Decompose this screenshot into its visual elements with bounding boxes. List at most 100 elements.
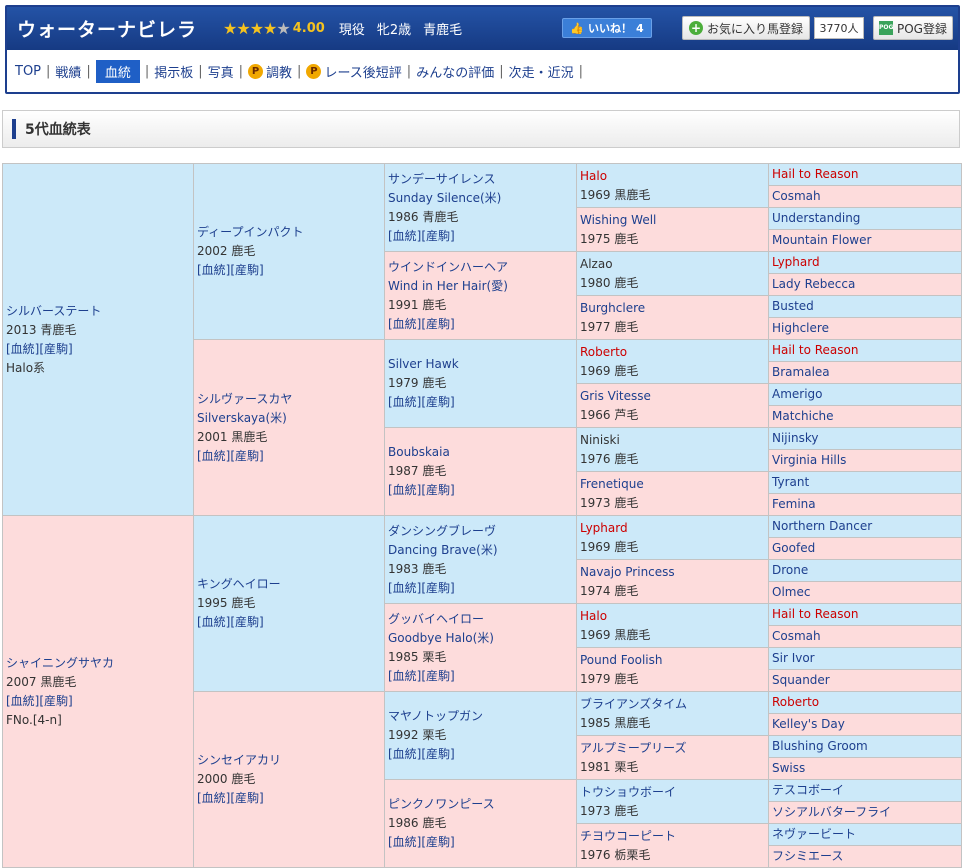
horse-name-link[interactable]: Sir Ivor: [772, 651, 815, 665]
horse-name-link[interactable]: Lyphard: [772, 255, 820, 269]
nav-item-7[interactable]: みんなの評価: [416, 62, 494, 81]
horse-name-link[interactable]: Matchiche: [772, 409, 834, 423]
horse-name-link[interactable]: Hail to Reason: [772, 607, 858, 621]
pedigree-links[interactable]: [血統][産駒]: [388, 667, 573, 686]
horse-name-link[interactable]: Niniski: [580, 431, 765, 450]
horse-name-link[interactable]: Tyrant: [772, 475, 809, 489]
horse-name-link[interactable]: Silver Hawk: [388, 355, 573, 374]
horse-name-link[interactable]: ディープインパクト: [197, 223, 381, 242]
horse-name-link[interactable]: ウインドインハーヘア: [388, 258, 573, 277]
horse-name-link[interactable]: Femina: [772, 497, 816, 511]
horse-name-link[interactable]: Frenetique: [580, 475, 765, 494]
pedigree-links[interactable]: [血統][産駒]: [388, 481, 573, 500]
horse-name-link[interactable]: Wishing Well: [580, 211, 765, 230]
horse-name-link[interactable]: ソシアルバターフライ: [772, 805, 891, 819]
horse-name-link[interactable]: Northern Dancer: [772, 519, 872, 533]
pedigree-links[interactable]: [血統][産駒]: [6, 692, 190, 711]
horse-name-link[interactable]: サンデーサイレンス: [388, 170, 573, 189]
horse-name-link[interactable]: Mountain Flower: [772, 233, 871, 247]
horse-name-link[interactable]: Virginia Hills: [772, 453, 846, 467]
pedigree-links[interactable]: [血統][産駒]: [197, 613, 381, 632]
pedigree-links[interactable]: [血統][産駒]: [388, 393, 573, 412]
horse-name-link[interactable]: Highclere: [772, 321, 829, 335]
horse-name-link[interactable]: グッバイヘイロー: [388, 610, 573, 629]
horse-name-link[interactable]: Understanding: [772, 211, 860, 225]
horse-name-link[interactable]: Bramalea: [772, 365, 830, 379]
horse-name-link[interactable]: Halo: [580, 167, 765, 186]
horse-name-link[interactable]: ダンシングブレーヴ: [388, 522, 573, 541]
pedigree-links[interactable]: [血統][産駒]: [388, 227, 573, 246]
pedigree-links[interactable]: [血統][産駒]: [197, 447, 381, 466]
pedigree-gen5-cell: Northern Dancer: [768, 515, 962, 538]
nav-separator: |: [198, 63, 203, 79]
section-header: 5代血統表: [2, 110, 960, 148]
horse-name-link[interactable]: シンセイアカリ: [197, 751, 381, 770]
nav-item-3[interactable]: 掲示板: [154, 62, 193, 81]
favorite-button[interactable]: + お気に入り馬登録: [682, 16, 810, 40]
horse-name-link[interactable]: フシミエース: [772, 849, 843, 863]
horse-name-link[interactable]: Blushing Groom: [772, 739, 868, 753]
horse-name-link[interactable]: Cosmah: [772, 629, 821, 643]
horse-name-link[interactable]: アルプミープリーズ: [580, 739, 765, 758]
rating-stars: ★★★★★: [223, 19, 291, 38]
horse-name-link[interactable]: トウショウボーイ: [580, 783, 765, 802]
horse-name-link[interactable]: シャイニングサヤカ: [6, 654, 190, 673]
horse-name-link[interactable]: Halo: [580, 607, 765, 626]
pedigree-links[interactable]: [血統][産駒]: [388, 745, 573, 764]
horse-name-link[interactable]: チヨウコーピート: [580, 827, 765, 846]
horse-name-link[interactable]: Roberto: [580, 343, 765, 362]
horse-name-link[interactable]: Gris Vitesse: [580, 387, 765, 406]
nav-item-8[interactable]: 次走・近況: [509, 62, 574, 81]
horse-name-link[interactable]: Boubskaia: [388, 443, 573, 462]
horse-year-coat: 1969 黒鹿毛: [580, 627, 651, 642]
horse-name-link[interactable]: Busted: [772, 299, 814, 313]
pedigree-links[interactable]: [血統][産駒]: [197, 789, 381, 808]
pedigree-gen5-cell: フシミエース: [768, 845, 962, 868]
horse-name-link[interactable]: Amerigo: [772, 387, 823, 401]
horse-name-link[interactable]: ブライアンズタイム: [580, 695, 765, 714]
nav-item-0[interactable]: TOP: [15, 64, 41, 79]
horse-name-link[interactable]: Burghclere: [580, 299, 765, 318]
horse-name-link[interactable]: Nijinsky: [772, 431, 818, 445]
pedigree-gen3-cell: Silver Hawk 1979 鹿毛 [血統][産駒]: [384, 339, 577, 428]
nav-item-6[interactable]: レース後短評: [324, 62, 401, 81]
pedigree-links[interactable]: [血統][産駒]: [388, 315, 573, 334]
pedigree-links[interactable]: [血統][産駒]: [388, 833, 573, 852]
horse-name-link[interactable]: Drone: [772, 563, 808, 577]
pog-button[interactable]: POG POG登録: [873, 16, 953, 40]
horse-name-link[interactable]: Pound Foolish: [580, 651, 765, 670]
horse-name-link[interactable]: Swiss: [772, 761, 805, 775]
pedigree-links[interactable]: [血統][産駒]: [197, 261, 381, 280]
horse-name-link[interactable]: マヤノトップガン: [388, 707, 573, 726]
nav-item-5[interactable]: 調教: [266, 62, 292, 81]
horse-name-link[interactable]: ピンクノワンピース: [388, 795, 573, 814]
like-button[interactable]: 👍 いいね！ 4: [562, 18, 652, 38]
pedigree-links[interactable]: [血統][産駒]: [6, 340, 190, 359]
horse-name-link[interactable]: Goofed: [772, 541, 815, 555]
horse-name-link[interactable]: Lyphard: [580, 519, 765, 538]
horse-name-link[interactable]: Roberto: [772, 695, 819, 709]
horse-year-coat: 1969 鹿毛: [580, 363, 639, 378]
horse-name-link[interactable]: Cosmah: [772, 189, 821, 203]
pedigree-links[interactable]: [血統][産駒]: [388, 579, 573, 598]
horse-name-link[interactable]: Lady Rebecca: [772, 277, 855, 291]
horse-name-link[interactable]: Alzao: [580, 255, 765, 274]
horse-name-link[interactable]: ネヴァービート: [772, 827, 856, 841]
horse-name-link[interactable]: Hail to Reason: [772, 167, 858, 181]
nav-item-2[interactable]: 血統: [95, 59, 140, 83]
horse-name-link[interactable]: Kelley's Day: [772, 717, 845, 731]
horse-name-link[interactable]: Hail to Reason: [772, 343, 858, 357]
horse-name-link[interactable]: Navajo Princess: [580, 563, 765, 582]
pedigree-gen5-cell: Busted: [768, 295, 962, 318]
nav-item-4[interactable]: 写真: [208, 62, 234, 81]
nav-item-1[interactable]: 戦績: [55, 62, 81, 81]
horse-name-link[interactable]: キングヘイロー: [197, 575, 381, 594]
pedigree-gen2-cell: シルヴァースカヤ Silverskaya(米) 2001 黒鹿毛 [血統][産駒]: [193, 339, 385, 516]
pedigree-gen3-cell: サンデーサイレンス Sunday Silence(米) 1986 青鹿毛 [血統][産…: [384, 163, 577, 252]
horse-name-link[interactable]: テスコボーイ: [772, 783, 844, 797]
horse-name-link[interactable]: シルバーステート: [6, 302, 190, 321]
horse-name-link[interactable]: Olmec: [772, 585, 810, 599]
horse-name-link[interactable]: Squander: [772, 673, 830, 687]
horse-year-coat: 2007 黒鹿毛: [6, 674, 77, 689]
horse-name-link[interactable]: シルヴァースカヤ: [197, 390, 381, 409]
